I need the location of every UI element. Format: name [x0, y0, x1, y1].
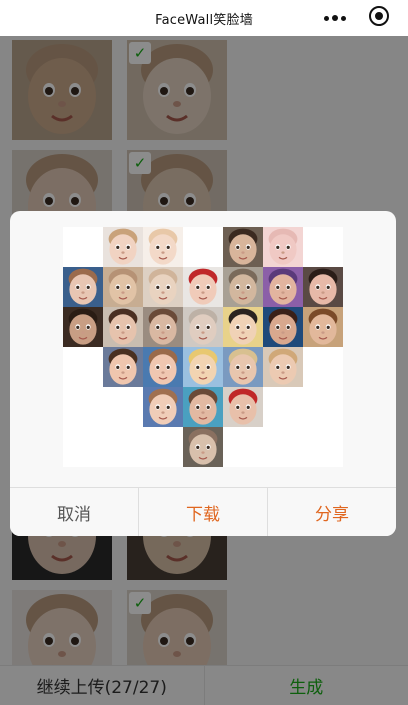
- more-dots-icon[interactable]: [322, 9, 348, 27]
- collage-face: [103, 227, 143, 267]
- collage-face: [183, 387, 223, 427]
- share-button[interactable]: 分享: [267, 488, 396, 536]
- collage-face: [63, 267, 103, 307]
- collage-face: [223, 387, 263, 427]
- collage-face: [183, 347, 223, 387]
- collage-face: [103, 347, 143, 387]
- collage-face: [63, 307, 103, 347]
- collage-face: [263, 307, 303, 347]
- collage-face: [263, 347, 303, 387]
- collage-face: [303, 267, 343, 307]
- collage-face: [183, 307, 223, 347]
- collage-face: [223, 307, 263, 347]
- collage-face: [143, 307, 183, 347]
- collage-face: [183, 427, 223, 467]
- dialog-actions: 取消 下载 分享: [10, 487, 396, 536]
- page-title: FaceWall笑脸墙: [155, 12, 253, 28]
- cancel-button[interactable]: 取消: [10, 488, 138, 536]
- face-wall-preview-dialog: 取消 下载 分享: [10, 211, 396, 536]
- collage-face: [103, 307, 143, 347]
- collage-face: [143, 387, 183, 427]
- title-bar: FaceWall笑脸墙: [0, 0, 408, 36]
- collage-face: [143, 227, 183, 267]
- collage-face: [103, 267, 143, 307]
- collage-face: [223, 227, 263, 267]
- collage-face: [223, 347, 263, 387]
- target-circle-icon[interactable]: [369, 6, 389, 26]
- collage-face: [143, 267, 183, 307]
- collage-face: [263, 267, 303, 307]
- collage-face: [303, 307, 343, 347]
- collage-face: [263, 227, 303, 267]
- collage-face: [143, 347, 183, 387]
- collage-face: [223, 267, 263, 307]
- collage-face: [183, 267, 223, 307]
- heart-collage: [63, 227, 343, 467]
- download-button[interactable]: 下载: [138, 488, 267, 536]
